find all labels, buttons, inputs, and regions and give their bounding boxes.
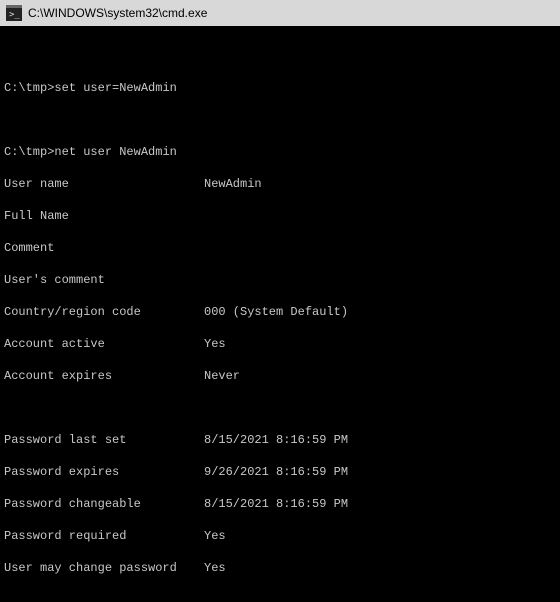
kv-row: Comment: [4, 240, 556, 256]
cmd-window: >_ C:\WINDOWS\system32\cmd.exe C:\tmp>se…: [0, 0, 560, 602]
window-title: C:\WINDOWS\system32\cmd.exe: [28, 6, 207, 20]
svg-text:>_: >_: [9, 10, 20, 20]
cmd-line: C:\tmp>set user=NewAdmin: [4, 80, 556, 96]
kv-row: Account expiresNever: [4, 368, 556, 384]
titlebar[interactable]: >_ C:\WINDOWS\system32\cmd.exe: [0, 0, 560, 26]
kv-row: Password changeable8/15/2021 8:16:59 PM: [4, 496, 556, 512]
cmd-icon: >_: [6, 5, 22, 21]
kv-row: Password expires9/26/2021 8:16:59 PM: [4, 464, 556, 480]
kv-row: Country/region code000 (System Default): [4, 304, 556, 320]
kv-row: Account activeYes: [4, 336, 556, 352]
cmd-line: C:\tmp>net user NewAdmin: [4, 144, 556, 160]
kv-row: Password last set8/15/2021 8:16:59 PM: [4, 432, 556, 448]
kv-row: User may change passwordYes: [4, 560, 556, 576]
kv-row: Full Name: [4, 208, 556, 224]
terminal-output[interactable]: C:\tmp>set user=NewAdmin C:\tmp>net user…: [0, 26, 560, 602]
kv-row: Password requiredYes: [4, 528, 556, 544]
kv-row: User's comment: [4, 272, 556, 288]
kv-row: User nameNewAdmin: [4, 176, 556, 192]
